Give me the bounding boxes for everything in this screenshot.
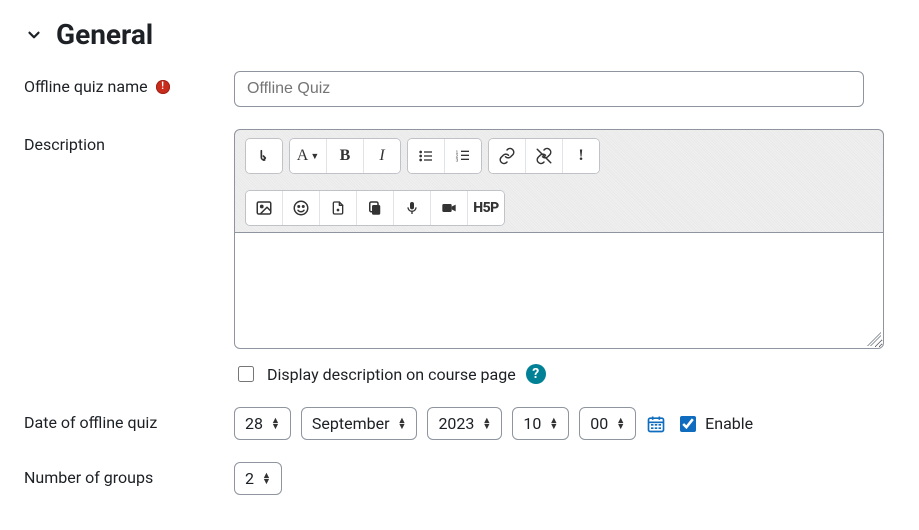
offline-quiz-name-input[interactable] [234,71,864,107]
video-button[interactable] [431,191,468,225]
copy-button[interactable] [357,191,394,225]
date-month-select[interactable]: September [301,407,418,440]
h5p-button[interactable]: H5P [468,191,504,225]
field-row-date: Date of offline quiz 28 September 2023 1… [24,407,895,440]
field-row-groups: Number of groups 2 [24,462,895,495]
section-header[interactable]: General [24,18,895,51]
date-hour-select[interactable]: 10 [512,407,569,440]
link-button[interactable] [489,139,526,173]
numbered-list-button[interactable]: 123 [445,139,481,173]
warning-button[interactable]: ! [563,139,599,173]
date-day-value: 28 [245,414,263,433]
date-day-select[interactable]: 28 [234,407,291,440]
description-textarea[interactable] [234,232,884,349]
date-year-select[interactable]: 2023 [427,407,502,440]
emoji-button[interactable] [283,191,320,225]
field-row-description: Description A▼ B I [24,129,895,385]
date-enable-label: Enable [705,414,753,433]
paragraph-style-button[interactable]: A▼ [290,139,327,173]
section-title: General [56,18,153,51]
microphone-button[interactable] [394,191,431,225]
expand-toolbar-icon[interactable] [246,139,282,173]
file-button[interactable] [320,191,357,225]
display-description-label: Display description on course page [267,365,516,384]
date-month-value: September [312,414,390,433]
display-description-checkbox[interactable] [238,366,254,382]
field-row-name: Offline quiz name [24,71,895,107]
italic-button[interactable]: I [364,139,400,173]
date-minute-select[interactable]: 00 [579,407,636,440]
date-minute-value: 00 [590,414,608,433]
bulleted-list-button[interactable] [408,139,445,173]
groups-value: 2 [245,469,254,488]
date-enable-checkbox[interactable] [680,416,696,432]
groups-select[interactable]: 2 [234,462,282,495]
date-label: Date of offline quiz [24,413,157,432]
chevron-down-icon[interactable] [24,25,44,45]
editor-toolbar: A▼ B I 123 [234,129,884,232]
groups-label: Number of groups [24,468,153,487]
rich-text-editor: A▼ B I 123 [234,129,884,349]
calendar-icon[interactable] [646,414,666,434]
svg-text:3: 3 [456,157,459,162]
name-label: Offline quiz name [24,77,148,96]
description-label: Description [24,135,105,154]
help-icon[interactable] [526,364,546,384]
bold-button[interactable]: B [327,139,364,173]
unlink-button[interactable] [526,139,563,173]
image-button[interactable] [246,191,283,225]
date-hour-value: 10 [523,414,541,433]
required-icon [156,80,170,94]
date-year-value: 2023 [438,414,474,433]
